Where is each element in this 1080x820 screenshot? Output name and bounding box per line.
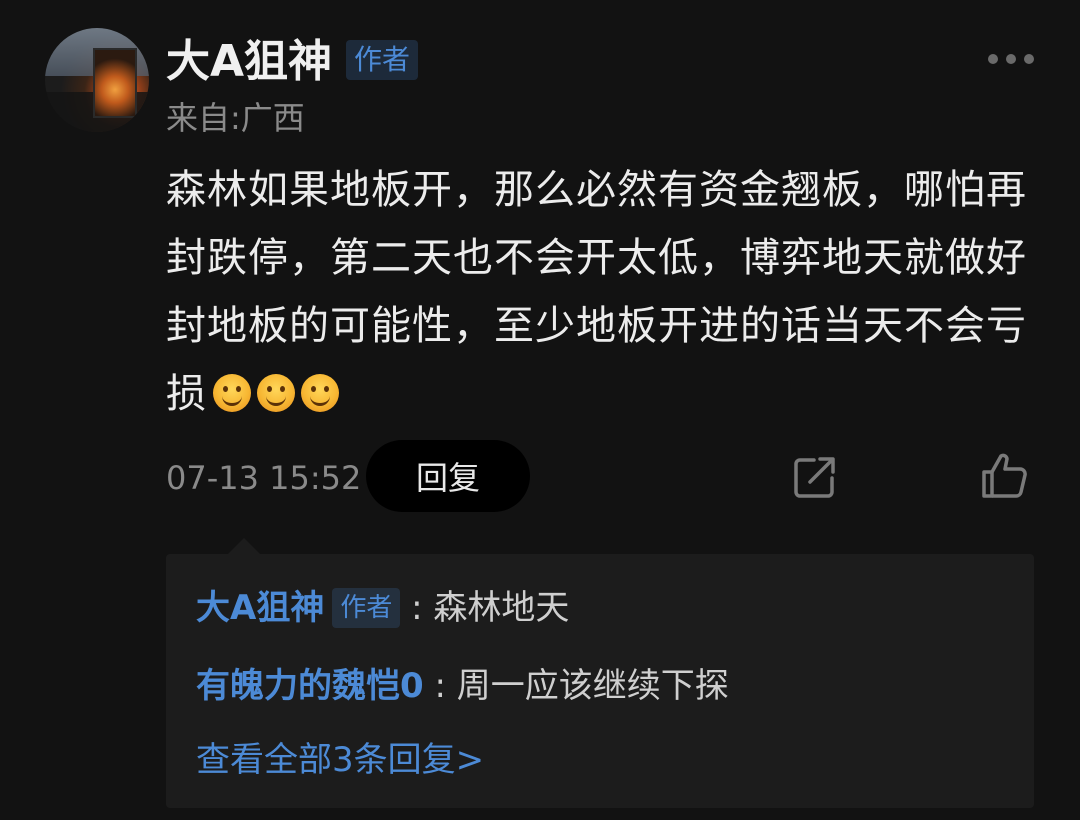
location-label: 来自:广西 [166,99,305,137]
reply-button[interactable]: 回复 [366,440,530,512]
comment-card: 大A狙神 作者 来自:广西 森林如果地板开，那么必然有资金翘板，哪怕再封跌停，第… [0,0,1080,820]
author-badge: 作者 [346,40,419,80]
comment-text: 森林如果地板开，那么必然有资金翘板，哪怕再封跌停，第二天也不会开太低，博弈地天就… [166,167,1027,417]
avatar[interactable] [45,28,149,132]
reply-item[interactable]: 大A狙神 作者 : 森林地天 [196,584,569,632]
avatar-fire-frame [93,48,137,118]
thumbs-up-icon[interactable] [980,452,1028,500]
reply-item[interactable]: 有魄力的魏恺0 : 周一应该继续下探 [196,662,729,710]
reply-text: : 周一应该继续下探 [434,666,729,706]
reply-author-badge: 作者 [332,588,401,628]
reply-author[interactable]: 大A狙神 [196,588,324,628]
smile-emoji-icon [257,374,295,412]
share-icon[interactable] [792,454,838,500]
view-all-replies-link[interactable]: 查看全部3条回复> [196,736,484,784]
comment-body: 森林如果地板开，那么必然有资金翘板，哪怕再封跌停，第二天也不会开太低，博弈地天就… [166,156,1036,428]
more-dots-icon[interactable] [988,52,1034,66]
smile-emoji-icon [301,374,339,412]
reply-text: : 森林地天 [411,588,570,628]
smile-emoji-icon [213,374,251,412]
replies-panel: 大A狙神 作者 : 森林地天 有魄力的魏恺0 : 周一应该继续下探 查看全部3条回… [166,554,1034,808]
author-name[interactable]: 大A狙神 [166,36,332,88]
timestamp: 07-13 15:52 [166,459,362,497]
reply-author[interactable]: 有魄力的魏恺0 [196,666,424,706]
